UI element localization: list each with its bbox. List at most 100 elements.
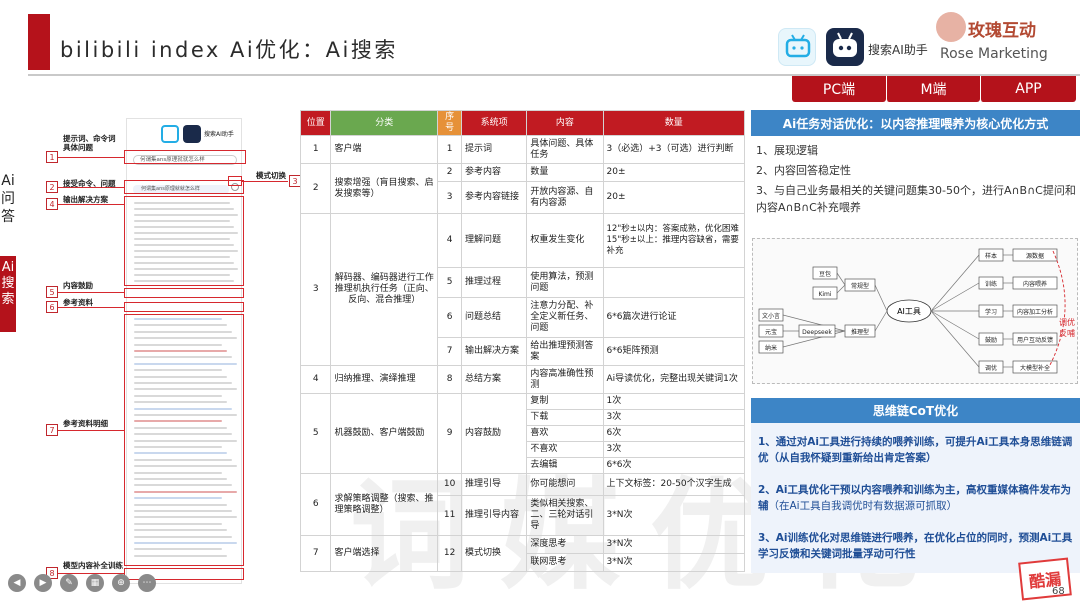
cell-index: 8 (437, 365, 463, 394)
panel2-item-3: 3、Ai训练优化对思维链进行喂养，在优化占位的同时，预测Ai工具学习反馈和关键词… (758, 532, 1073, 560)
mindmap-right-leaf: 内容加工分析 (1012, 304, 1058, 318)
annotation-label-6: 参考资料 (63, 298, 93, 307)
cell-category: 归纳推理、演绎推理 (330, 365, 439, 394)
cell-category: 机器鼓励、客户端鼓励 (330, 393, 439, 474)
mindmap-right-node: 训练 (978, 276, 1004, 290)
cell-system-item: 理解问题 (461, 213, 528, 268)
annotation-label-7: 参考资料明细 (63, 419, 108, 428)
panel1-item: 3、与自己业务最相关的关键问题集30-50个，进行A∩B∩C提问和内容A∩B∩C… (756, 184, 1076, 214)
svg-text:内容喂养: 内容喂养 (1023, 280, 1047, 288)
svg-text:推理型: 推理型 (851, 328, 869, 336)
cell-quantity: 12"秒±以内：答案成熟，优化困难 15"秒±以上：推理内容缺省，需要补充 (602, 213, 745, 268)
cell-system-item: 参考内容 (461, 163, 528, 182)
col-header-category: 分类 (330, 110, 439, 136)
annotation-label-5: 内容鼓励 (63, 281, 93, 290)
cell-content: 不喜欢 (526, 441, 604, 458)
svg-text:样本: 样本 (985, 252, 997, 260)
mindmap-right-node: 鼓励 (978, 332, 1004, 346)
tab-pc[interactable]: PC端 (792, 76, 886, 102)
brand-name-en: Rose Marketing (940, 46, 1048, 62)
cell-quantity: 6*6矩阵预测 (602, 337, 745, 366)
cell-content: 内容高准确性预测 (526, 365, 604, 394)
annotation-box-5 (124, 288, 244, 298)
panel2-item-1: 1、通过对Ai工具进行持续的喂养训练，可提升Ai工具本身思维链调优（从自我怀疑到… (758, 436, 1073, 464)
mindmap-leaf-0: 豆包 (812, 266, 838, 280)
zoom-icon[interactable]: ⊕ (112, 574, 130, 592)
annotation-badge-2: 2 (46, 181, 58, 193)
cell-category: 客户端 (330, 135, 439, 164)
mindmap-right-node: 学习 (978, 304, 1004, 318)
cell-quantity: 3*N次 (602, 553, 745, 572)
mindmap-leaf-4: 纳米 (758, 340, 784, 354)
cell-quantity: 3次 (602, 409, 745, 426)
rose-brand-logo-icon (936, 12, 966, 42)
svg-text:调优: 调优 (985, 364, 997, 372)
mindmap-note: 调优 (1059, 317, 1075, 327)
cell-quantity: 3（必选）+3（可选）进行判断 (602, 135, 745, 164)
cell-content: 注意力分配、补全定义新任务、问题 (526, 297, 604, 338)
cell-quantity: 20± (602, 181, 745, 214)
pen-tool-icon[interactable]: ✎ (60, 574, 78, 592)
prev-slide-icon[interactable]: ◀ (8, 574, 26, 592)
mindmap-right-leaf: 源数据 (1012, 248, 1058, 262)
table-row: 2 搜索增强（肓目搜索、启发搜索等） 2 参考内容 数量 20± (299, 163, 745, 214)
cell-category: 客户端选择 (330, 535, 439, 572)
cell-content: 开放内容源、自有内容源 (526, 181, 604, 214)
cell-index: 9 (437, 393, 463, 474)
svg-text:豆包: 豆包 (819, 270, 831, 278)
annotation-box-3 (228, 176, 242, 186)
svg-text:训练: 训练 (985, 280, 997, 288)
cell-quantity: 6次 (602, 425, 745, 442)
mini-assistant-label: 搜索AI助手 (204, 131, 234, 138)
col-header-quantity: 数量 (602, 110, 745, 136)
side-label-ai-qa: Ai问答 (1, 173, 15, 225)
slide-toolbar: ◀ ▶ ✎ ▦ ⊕ ⋯ (8, 574, 178, 592)
cell-system-item: 模式切换 (461, 535, 528, 572)
mindmap-right-node: 调优 (978, 360, 1004, 374)
annotation-badge-7: 7 (46, 424, 58, 436)
next-slide-icon[interactable]: ▶ (34, 574, 52, 592)
mindmap-note: 反哺 (1059, 328, 1075, 338)
cell-content: 你可能想问 (526, 473, 604, 496)
cell-content: 使用算法，预测问题 (526, 267, 604, 298)
mindmap-leaf-1: Kimi (812, 286, 838, 300)
panel2-item-2: 2、Ai工具优化干预以内容喂养和训练为主，高权重媒体稿件发布为辅（在Ai工具自我… (758, 484, 1072, 512)
mindmap-right-leaf: 用户互动反馈 (1012, 332, 1058, 346)
title-accent-bar (28, 14, 50, 70)
more-options-icon[interactable]: ⋯ (138, 574, 156, 592)
cell-quantity: 20± (602, 163, 745, 182)
cell-category: 搜索增强（肓目搜索、启发搜索等） (330, 163, 439, 214)
annotation-box-2 (124, 180, 244, 194)
cell-system-item: 输出解决方案 (461, 337, 528, 366)
annotation-label-8: 模型内容补全训练 (63, 561, 123, 570)
cell-content: 数量 (526, 163, 604, 182)
cell-system-item: 推理引导 (461, 473, 528, 496)
mindmap-right-node: 样本 (978, 248, 1004, 262)
annotation-badge-5: 5 (46, 286, 58, 298)
cell-category: 求解策略调整（搜索、推理策略调整） (330, 473, 439, 536)
tab-app[interactable]: APP (980, 76, 1076, 102)
cell-index: 10 (437, 473, 463, 496)
cell-system-item: 推理过程 (461, 267, 528, 298)
cell-quantity: 6*6篇次进行论证 (602, 297, 745, 338)
annotation-label-3: 模式切换 (256, 171, 286, 180)
mindmap-leaf-5: Deepseek (798, 324, 836, 338)
cell-system-item: 总结方案 (461, 365, 528, 394)
cell-content: 联网思考 (526, 553, 604, 572)
cell-quantity: Ai导读优化，完整出现关键词1次 (602, 365, 745, 394)
page-number: 68 (1052, 586, 1065, 597)
grid-view-icon[interactable]: ▦ (86, 574, 104, 592)
table-row: 6 求解策略调整（搜索、推理策略调整） 10 推理引导 你可能想问 上下文标签：… (299, 473, 745, 536)
annotation-label-1: 提示词、命令词 具体问题 (63, 134, 116, 152)
svg-text:源数据: 源数据 (1026, 252, 1044, 260)
mindmap-right-leaf: 大模型补全 (1012, 360, 1058, 374)
cell-quantity: 1次 (602, 393, 745, 410)
annotation-badge-6: 6 (46, 301, 58, 313)
cell-system-item: 问题总结 (461, 297, 528, 338)
tab-m[interactable]: M端 (886, 76, 980, 102)
panel1-item: 1、展现逻辑 (756, 144, 818, 157)
annotation-box-4 (124, 196, 244, 286)
svg-text:内容加工分析: 内容加工分析 (1017, 308, 1053, 316)
optimization-table: 位置 分类 序号 系统项 内容 数量 1 客户端 1 提示词 具体问题、具体任务… (299, 110, 745, 572)
svg-text:纳米: 纳米 (765, 344, 777, 352)
